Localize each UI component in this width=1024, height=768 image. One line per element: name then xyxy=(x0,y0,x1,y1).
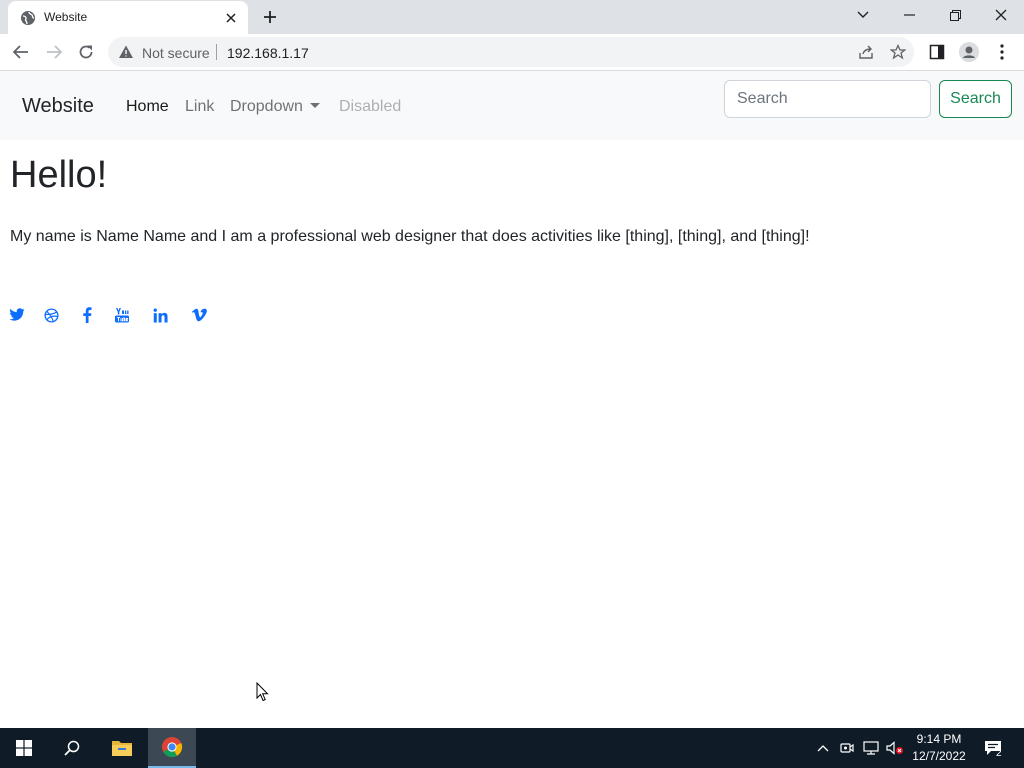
back-button[interactable] xyxy=(8,39,34,65)
address-divider xyxy=(216,44,217,60)
reload-button[interactable] xyxy=(73,39,99,65)
site-navbar: Website Home Link Dropdown Disabled Sear… xyxy=(0,71,1024,140)
close-window-button[interactable] xyxy=(978,0,1024,30)
tab-search-icon[interactable] xyxy=(840,0,886,30)
close-tab-icon[interactable] xyxy=(222,9,240,27)
nav-link-link[interactable]: Link xyxy=(185,98,214,116)
nav-dropdown-label: Dropdown xyxy=(230,98,303,115)
browser-tab-strip: Website xyxy=(0,0,1024,34)
url-text[interactable]: 192.168.1.17 xyxy=(227,45,309,61)
site-brand[interactable]: Website xyxy=(22,95,94,118)
clock-date: 12/7/2022 xyxy=(912,749,966,763)
browser-tab[interactable]: Website xyxy=(8,1,248,34)
share-icon[interactable] xyxy=(857,43,875,61)
side-panel-icon[interactable] xyxy=(924,39,950,65)
caret-down-icon xyxy=(309,103,320,108)
address-bar[interactable]: Not secure 192.168.1.17 xyxy=(108,37,914,67)
warning-icon[interactable] xyxy=(118,44,134,60)
start-button[interactable] xyxy=(0,728,48,768)
taskbar-search-icon[interactable] xyxy=(48,728,96,768)
intro-paragraph: My name is Name Name and I am a professi… xyxy=(10,228,810,245)
youtube-icon[interactable] xyxy=(113,306,131,324)
notification-count: 2 xyxy=(996,748,1002,759)
tab-title: Website xyxy=(44,10,88,24)
twitter-icon[interactable] xyxy=(8,306,26,324)
globe-icon xyxy=(20,10,36,26)
clock-time: 9:14 PM xyxy=(916,732,962,746)
file-explorer-icon[interactable] xyxy=(98,728,146,768)
volume-muted-icon[interactable] xyxy=(886,739,904,757)
nav-link-home[interactable]: Home xyxy=(126,98,169,116)
restore-button[interactable] xyxy=(932,0,978,30)
new-tab-button[interactable] xyxy=(258,6,282,28)
page-viewport: Website Home Link Dropdown Disabled Sear… xyxy=(0,71,1024,728)
search-input[interactable] xyxy=(724,80,931,118)
windows-taskbar: 9:14 PM 12/7/2022 2 xyxy=(0,728,1024,768)
chevron-up-icon[interactable] xyxy=(814,739,832,757)
chrome-menu-icon[interactable] xyxy=(989,39,1015,65)
chrome-taskbar-icon[interactable] xyxy=(148,728,196,768)
linkedin-icon[interactable] xyxy=(151,306,169,324)
network-icon[interactable] xyxy=(862,739,880,757)
bookmark-star-icon[interactable] xyxy=(889,43,907,61)
security-status[interactable]: Not secure xyxy=(142,45,210,61)
forward-button[interactable] xyxy=(41,39,67,65)
nav-dropdown[interactable]: Dropdown xyxy=(230,98,320,116)
page-heading: Hello! xyxy=(10,154,108,196)
taskbar-clock[interactable]: 9:14 PM 12/7/2022 xyxy=(906,731,972,765)
dribbble-icon[interactable] xyxy=(42,306,60,324)
mouse-cursor-icon xyxy=(256,681,270,702)
profile-avatar-icon[interactable] xyxy=(956,39,982,65)
vimeo-icon[interactable] xyxy=(190,306,208,324)
meet-now-icon[interactable] xyxy=(838,739,856,757)
browser-toolbar: Not secure 192.168.1.17 xyxy=(0,34,1024,71)
nav-link-disabled: Disabled xyxy=(339,98,402,115)
search-button[interactable]: Search xyxy=(939,80,1012,118)
facebook-icon[interactable] xyxy=(78,306,96,324)
minimize-button[interactable] xyxy=(886,0,932,30)
